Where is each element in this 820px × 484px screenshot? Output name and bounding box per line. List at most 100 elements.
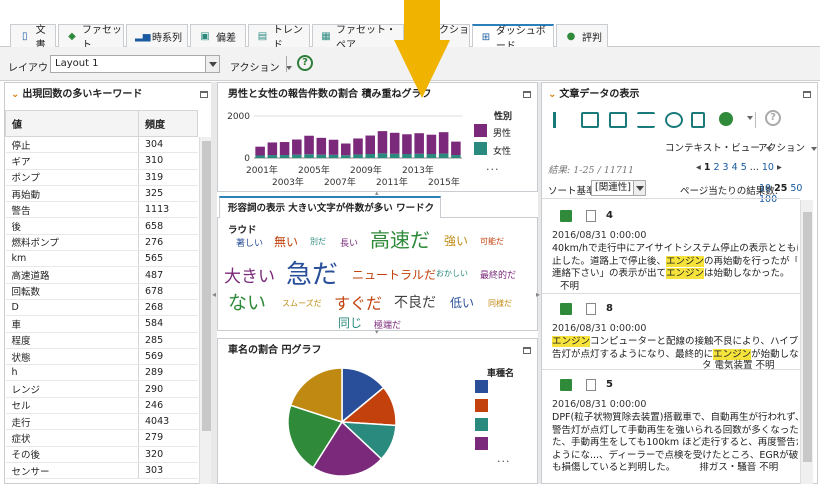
export-icon[interactable] (581, 112, 599, 128)
table-row[interactable]: D 268 (5, 299, 198, 317)
help-icon[interactable]: ? (297, 55, 313, 71)
per-page-100[interactable]: 100 (759, 194, 777, 205)
table-row[interactable]: 再始動 325 (5, 185, 198, 203)
wordcloud-word[interactable]: 無い (274, 233, 298, 250)
bar-male (292, 139, 302, 155)
table-row[interactable]: ポンプ 319 (5, 169, 198, 186)
tab-dashboard[interactable]: ⊞ダッシュボード (472, 24, 554, 52)
chevron-left-icon[interactable]: ◂ (212, 290, 216, 299)
documents-action-menu[interactable]: アクション (758, 140, 818, 154)
wordcloud-word[interactable]: 同じ (338, 314, 362, 331)
wordcloud-word[interactable]: 同様だ (488, 298, 512, 309)
table-row[interactable]: 程度 285 (5, 332, 198, 349)
wordcloud-word[interactable]: ニュートラルだ (352, 266, 436, 283)
wordcloud-word[interactable]: ない (228, 288, 266, 315)
per-page-25[interactable]: 25 (774, 183, 787, 194)
document-icon[interactable] (586, 303, 596, 315)
table-row[interactable]: 回転数 678 (5, 283, 198, 300)
page-1[interactable]: 1 (704, 162, 711, 173)
table-row[interactable]: セル 246 (5, 397, 198, 415)
wordcloud-word[interactable]: 大きい (224, 262, 275, 287)
table-row[interactable]: 症状 279 (5, 429, 198, 447)
column-header-frequency[interactable]: 頻度 (138, 110, 198, 137)
wordcloud-word[interactable]: スムーズだ (282, 298, 322, 309)
tab-reputation[interactable]: ● 評判 (556, 24, 608, 47)
document-tag-icon[interactable] (560, 210, 572, 222)
tab-deviation[interactable]: ▣ 偏差 (190, 24, 246, 47)
chevron-down-icon[interactable]: ⌄ (11, 89, 19, 100)
minimize-icon[interactable] (523, 347, 531, 354)
table-row[interactable]: 高速道路 487 (5, 266, 198, 284)
flag-icon[interactable] (553, 112, 571, 128)
table-row[interactable]: h 289 (5, 364, 198, 382)
wordcloud-word[interactable]: 可能だ (480, 236, 504, 247)
wordcloud-word[interactable]: おかしい (436, 268, 468, 279)
minimize-icon[interactable] (200, 91, 208, 98)
page-2[interactable]: 2 (713, 162, 719, 173)
minimize-icon[interactable] (523, 91, 531, 98)
document-icon[interactable] (586, 379, 596, 391)
document-tag-icon[interactable] (560, 303, 572, 315)
previous-page-icon[interactable]: ◂ (696, 162, 701, 173)
minimize-icon[interactable] (803, 91, 811, 98)
tab-facets[interactable]: ◆ ファセット (58, 24, 124, 51)
layout-select[interactable]: Layout 1 (50, 55, 220, 73)
documents-scrollbar[interactable] (800, 200, 813, 484)
wordcloud-word[interactable]: 強い (444, 232, 468, 249)
chevron-down-icon[interactable]: ⌄ (548, 89, 556, 100)
table-row[interactable]: 走行 4043 (5, 413, 198, 431)
table-row[interactable]: 車 584 (5, 315, 198, 333)
wordcloud-word[interactable]: 著しい (236, 236, 263, 249)
sort-select[interactable]: [関連性] (591, 180, 646, 196)
slider-icon[interactable] (637, 112, 655, 128)
wordcloud-word[interactable]: 急だ (286, 254, 338, 291)
table-row[interactable]: センサー 303 (5, 462, 198, 480)
table-row[interactable]: 後 658 (5, 217, 198, 235)
tab-trend[interactable]: ▤ トレンド (248, 24, 310, 51)
document-tag-icon[interactable] (560, 379, 572, 391)
chevron-down-icon[interactable]: ▾ (375, 328, 379, 336)
column-header-value[interactable]: 値 (5, 110, 139, 137)
table-row[interactable]: 燃料ポンプ 276 (5, 234, 198, 252)
wordcloud-word[interactable]: 最終的だ (480, 268, 516, 281)
wordcloud-word[interactable]: 高速だ (370, 224, 430, 253)
wordcloud-word[interactable]: 低い (450, 294, 474, 311)
per-page-50[interactable]: 50 (790, 183, 802, 194)
scrollbar-thumb[interactable] (803, 212, 812, 462)
table-row[interactable]: その後 320 (5, 446, 198, 463)
table-row[interactable]: レンジ 290 (5, 380, 198, 398)
page-3[interactable]: 3 (723, 162, 729, 173)
wordcloud-word[interactable]: 別だ (310, 236, 326, 247)
wordcloud-word[interactable]: 長い (340, 236, 358, 249)
tab-documents[interactable]: ▯ 文書 (10, 24, 56, 51)
document-icon[interactable] (586, 210, 596, 222)
table-row[interactable]: 停止 304 (5, 136, 198, 154)
help-icon[interactable]: ? (765, 110, 781, 126)
action-menu-button[interactable]: アクション (230, 59, 292, 74)
page-5[interactable]: 5 (741, 162, 747, 173)
page-4[interactable]: 4 (732, 162, 738, 173)
table-row[interactable]: km 565 (5, 250, 198, 268)
table-row[interactable]: ギア 310 (5, 152, 198, 170)
snippet-text: も損傷していると判明した。 (552, 462, 676, 473)
table-row[interactable]: 状態 569 (5, 348, 198, 366)
window-icon[interactable] (609, 112, 627, 128)
context-view-menu[interactable]: コンテキスト・ビュー (665, 140, 772, 154)
tab-facet-pair[interactable]: ▦ ファセット・ペア (312, 24, 404, 51)
next-page-icon[interactable]: ▸ (777, 162, 782, 173)
wordcloud-word[interactable]: すぐだ (334, 290, 382, 314)
chevron-right-icon[interactable]: ▸ (536, 290, 540, 299)
page-10[interactable]: 10 (762, 162, 774, 173)
more-legend[interactable]: ... (497, 452, 511, 465)
tab-timeseries[interactable]: ▂▅ 時系列 (126, 24, 188, 47)
person-icon[interactable] (719, 112, 733, 126)
document-search-icon[interactable] (691, 112, 705, 128)
more-legend[interactable]: ... (486, 160, 500, 173)
wordcloud-word[interactable]: 不良だ (394, 292, 436, 312)
scrollbar-thumb[interactable] (202, 141, 211, 431)
zoom-in-icon[interactable] (665, 112, 683, 128)
per-page-10[interactable]: 10 (759, 183, 771, 194)
tab-wordcloud[interactable]: 形容詞の表示 大きい文字が件数が多い ワードクラウド (219, 196, 441, 236)
caret-down-icon[interactable] (747, 116, 753, 120)
table-row[interactable]: 警告 1113 (5, 201, 198, 219)
